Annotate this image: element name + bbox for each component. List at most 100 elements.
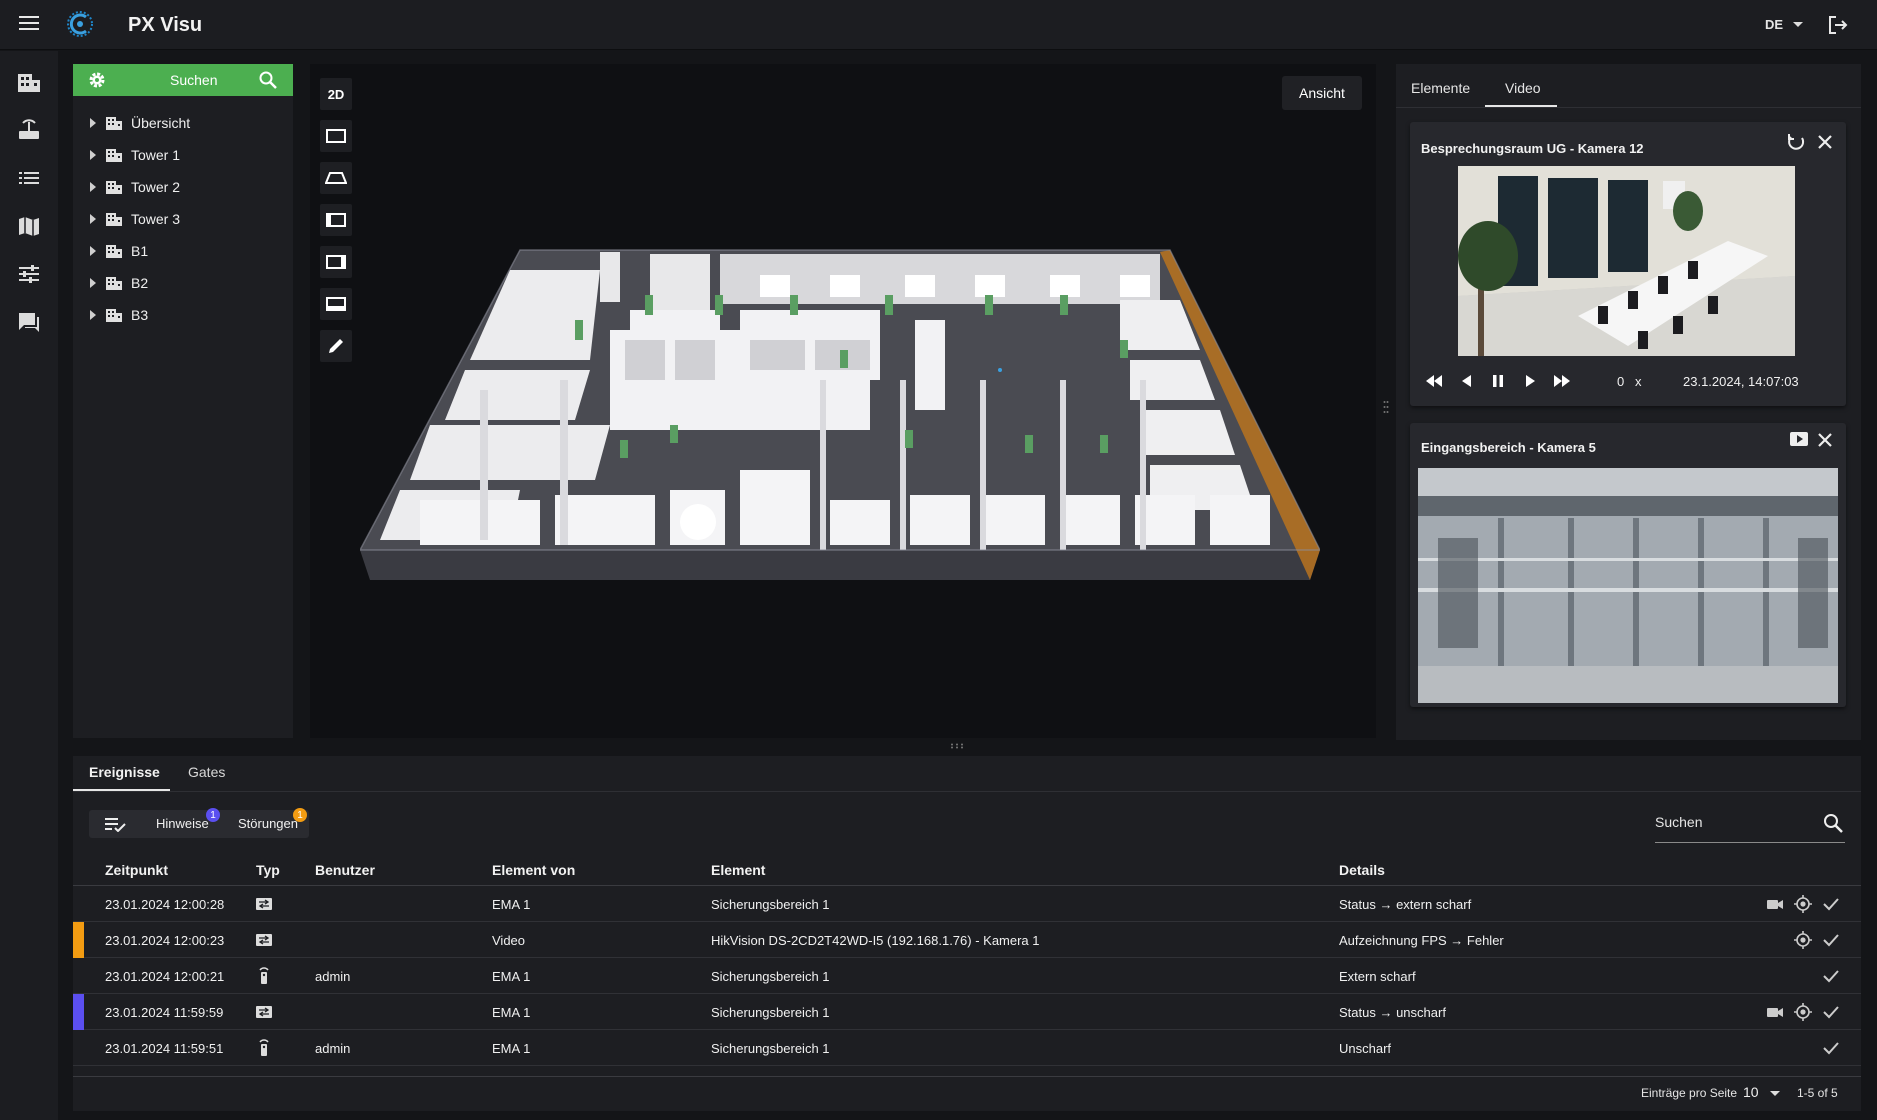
view-bottom-button[interactable] — [320, 288, 352, 320]
pencil-icon — [329, 339, 343, 353]
floor-plan-3d[interactable] — [360, 240, 1320, 585]
tree-item[interactable]: Übersicht — [90, 112, 190, 134]
step-back-icon[interactable] — [1457, 373, 1477, 389]
tree-item[interactable]: Tower 2 — [90, 176, 180, 198]
tab-ereignisse[interactable]: Ereignisse — [89, 764, 160, 780]
camera-feed-entrance[interactable] — [1418, 468, 1838, 703]
building-icon — [106, 181, 122, 194]
px-logo-icon — [67, 11, 93, 37]
checklist-icon[interactable] — [104, 816, 126, 832]
camera-feed-meeting-room[interactable] — [1458, 166, 1795, 356]
chevron-down-icon[interactable] — [1770, 1091, 1780, 1096]
list-icon[interactable] — [16, 166, 42, 190]
mode-2d-button[interactable]: 2D — [320, 78, 352, 110]
resize-handle-horizontal[interactable] — [950, 743, 964, 749]
row-status-accent — [73, 922, 84, 958]
cell-element: Sicherungsbereich 1 — [711, 969, 830, 984]
filter-stoerungen[interactable]: Störungen — [238, 816, 298, 831]
filter-hinweise[interactable]: Hinweise — [156, 816, 209, 831]
tab-elemente[interactable]: Elemente — [1411, 80, 1470, 96]
column-header-benutzer[interactable]: Benutzer — [315, 862, 375, 878]
search-icon[interactable] — [258, 70, 278, 90]
expand-arrow-icon[interactable] — [90, 246, 96, 256]
expand-arrow-icon[interactable] — [90, 278, 96, 288]
view-left-button[interactable] — [320, 204, 352, 236]
tree-item[interactable]: B1 — [90, 240, 148, 262]
gear-icon[interactable] — [88, 71, 106, 89]
building-icon — [106, 245, 122, 258]
locate-icon[interactable] — [1794, 1003, 1812, 1021]
ansicht-button[interactable]: Ansicht — [1282, 76, 1362, 110]
video-camera-icon[interactable] — [1766, 1003, 1784, 1021]
chat-icon[interactable] — [16, 310, 42, 334]
table-row[interactable]: 23.01.2024 12:00:23 Video HikVision DS-2CD… — [73, 922, 1861, 958]
map-icon[interactable] — [16, 214, 42, 238]
locate-icon[interactable] — [1794, 895, 1812, 913]
cell-zeitpunkt: 23.01.2024 12:00:21 — [105, 969, 225, 984]
table-row[interactable]: 23.01.2024 11:59:51 admin EMA 1 Sicherungsb… — [73, 1030, 1861, 1066]
menu-icon[interactable] — [18, 14, 40, 32]
table-row[interactable]: 23.01.2024 12:00:28 EMA 1 Sicherungsbereic… — [73, 886, 1861, 922]
building-icon[interactable] — [16, 70, 42, 94]
tab-gates[interactable]: Gates — [188, 764, 225, 780]
pause-icon[interactable] — [1488, 373, 1508, 389]
play-icon[interactable] — [1520, 373, 1540, 389]
cell-element: HikVision DS-2CD2T42WD-I5 (192.168.1.76)… — [711, 933, 1040, 948]
resize-handle-vertical[interactable] — [1383, 400, 1389, 414]
building-icon — [106, 213, 122, 226]
video-camera-icon[interactable] — [1766, 895, 1784, 913]
expand-arrow-icon[interactable] — [90, 310, 96, 320]
network-icon[interactable] — [16, 118, 42, 142]
reload-icon[interactable] — [1786, 132, 1806, 152]
tree-search-label[interactable]: Suchen — [170, 72, 217, 88]
column-header-element-von[interactable]: Element von — [492, 862, 575, 878]
app-title: PX Visu — [128, 14, 203, 36]
edit-button[interactable] — [320, 330, 352, 362]
cell-element-von: EMA 1 — [492, 1005, 531, 1020]
tree-item-label: Tower 1 — [131, 147, 181, 163]
tree-item[interactable]: B3 — [90, 304, 148, 326]
acknowledge-check-icon[interactable] — [1822, 1039, 1840, 1057]
column-header-details[interactable]: Details — [1339, 862, 1385, 878]
expand-arrow-icon[interactable] — [90, 182, 96, 192]
tab-video[interactable]: Video — [1505, 80, 1541, 96]
view-perspective-button[interactable] — [320, 162, 352, 194]
sliders-icon[interactable] — [16, 262, 42, 286]
cell-element-von: EMA 1 — [492, 969, 531, 984]
expand-arrow-icon[interactable] — [90, 150, 96, 160]
cell-element-von: Video — [492, 933, 526, 948]
view-right-icon — [326, 255, 346, 269]
column-header-typ[interactable]: Typ — [256, 862, 280, 878]
chevron-down-icon[interactable] — [1793, 22, 1803, 27]
cell-benutzer: admin — [315, 969, 351, 984]
expand-arrow-icon[interactable] — [90, 214, 96, 224]
column-header-element[interactable]: Element — [711, 862, 765, 878]
search-icon[interactable] — [1822, 812, 1844, 834]
cell-element: Sicherungsbereich 1 — [711, 1005, 830, 1020]
expand-arrow-icon[interactable] — [90, 118, 96, 128]
locate-icon[interactable] — [1794, 931, 1812, 949]
events-search-input[interactable]: Suchen — [1655, 814, 1702, 830]
acknowledge-check-icon[interactable] — [1822, 967, 1840, 985]
tree-item[interactable]: Tower 1 — [90, 144, 180, 166]
language-selector[interactable]: DE — [1765, 17, 1783, 32]
fast-forward-icon[interactable] — [1552, 373, 1572, 389]
view-right-button[interactable] — [320, 246, 352, 278]
logout-icon[interactable] — [1827, 14, 1849, 36]
acknowledge-check-icon[interactable] — [1822, 1003, 1840, 1021]
table-row[interactable]: 23.01.2024 11:59:59 EMA 1 Sicherungsbereic… — [73, 994, 1861, 1030]
view-top-button[interactable] — [320, 120, 352, 152]
tree-item[interactable]: Tower 3 — [90, 208, 180, 230]
live-video-icon[interactable] — [1789, 431, 1809, 447]
close-icon[interactable] — [1817, 134, 1833, 150]
tree-item[interactable]: B2 — [90, 272, 148, 294]
tree-item-label: Tower 3 — [131, 211, 181, 227]
acknowledge-check-icon[interactable] — [1822, 895, 1840, 913]
rows-per-page-select[interactable]: 10 — [1743, 1084, 1759, 1100]
rewind-icon[interactable] — [1424, 373, 1444, 389]
acknowledge-check-icon[interactable] — [1822, 931, 1840, 949]
close-icon[interactable] — [1817, 432, 1833, 448]
table-row[interactable]: 23.01.2024 12:00:21 admin EMA 1 Sicherungsb… — [73, 958, 1861, 994]
column-header-zeitpunkt[interactable]: Zeitpunkt — [105, 862, 168, 878]
playback-speed-unit: x — [1635, 374, 1642, 389]
